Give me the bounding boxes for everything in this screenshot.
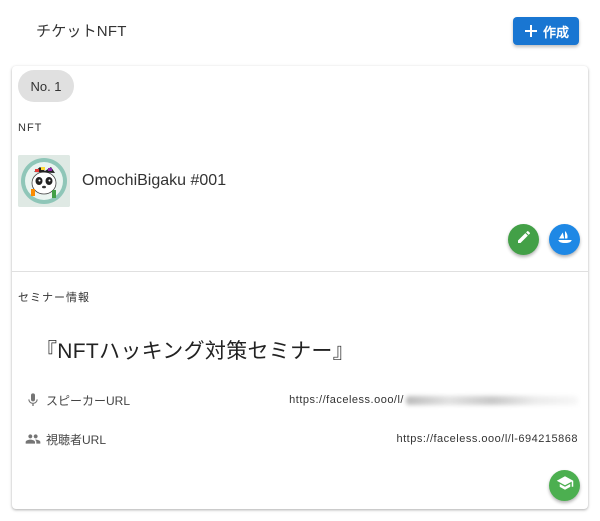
nft-name: OmochiBigaku #001 — [82, 172, 227, 189]
ticket-card: No. 1 NFT OmochiBigaku #001 セミナー情報 『NFTハ… — [12, 66, 588, 509]
app-header: チケットNFT 作成 — [0, 0, 600, 60]
speaker-url-row: スピーカーURL https://faceless.ooo/l/ — [22, 390, 578, 410]
opensea-button[interactable] — [549, 224, 580, 255]
viewer-url-label: 視聴者URL — [46, 432, 107, 447]
page-title: チケットNFT — [36, 23, 127, 40]
people-icon — [22, 429, 44, 449]
section-divider — [12, 271, 588, 272]
speaker-url-text: https://faceless.ooo/l/ — [289, 394, 404, 406]
speaker-url-value[interactable]: https://faceless.ooo/l/ — [289, 394, 578, 406]
speaker-url-label: スピーカーURL — [46, 393, 131, 408]
edit-button[interactable] — [508, 224, 539, 255]
create-button[interactable]: 作成 — [513, 17, 579, 45]
nft-thumbnail — [18, 155, 70, 207]
seminar-title: 『NFTハッキング対策セミナー』 — [36, 340, 354, 363]
plus-icon — [523, 23, 539, 39]
redacted-blur — [406, 395, 578, 405]
nft-item: OmochiBigaku #001 — [18, 155, 226, 207]
viewer-url-value[interactable]: https://faceless.ooo/l/l-694215868 — [396, 433, 578, 445]
opensea-icon — [556, 228, 574, 251]
seminar-button[interactable] — [549, 470, 580, 501]
microphone-icon — [22, 390, 44, 410]
create-button-label: 作成 — [542, 24, 569, 40]
seminar-section-label: セミナー情報 — [18, 292, 90, 304]
pencil-icon — [516, 229, 532, 250]
school-icon — [556, 474, 574, 497]
ticket-number-chip: No. 1 — [18, 70, 74, 102]
viewer-url-row: 視聴者URL https://faceless.ooo/l/l-69421586… — [22, 429, 578, 449]
nft-section-label: NFT — [18, 122, 43, 134]
